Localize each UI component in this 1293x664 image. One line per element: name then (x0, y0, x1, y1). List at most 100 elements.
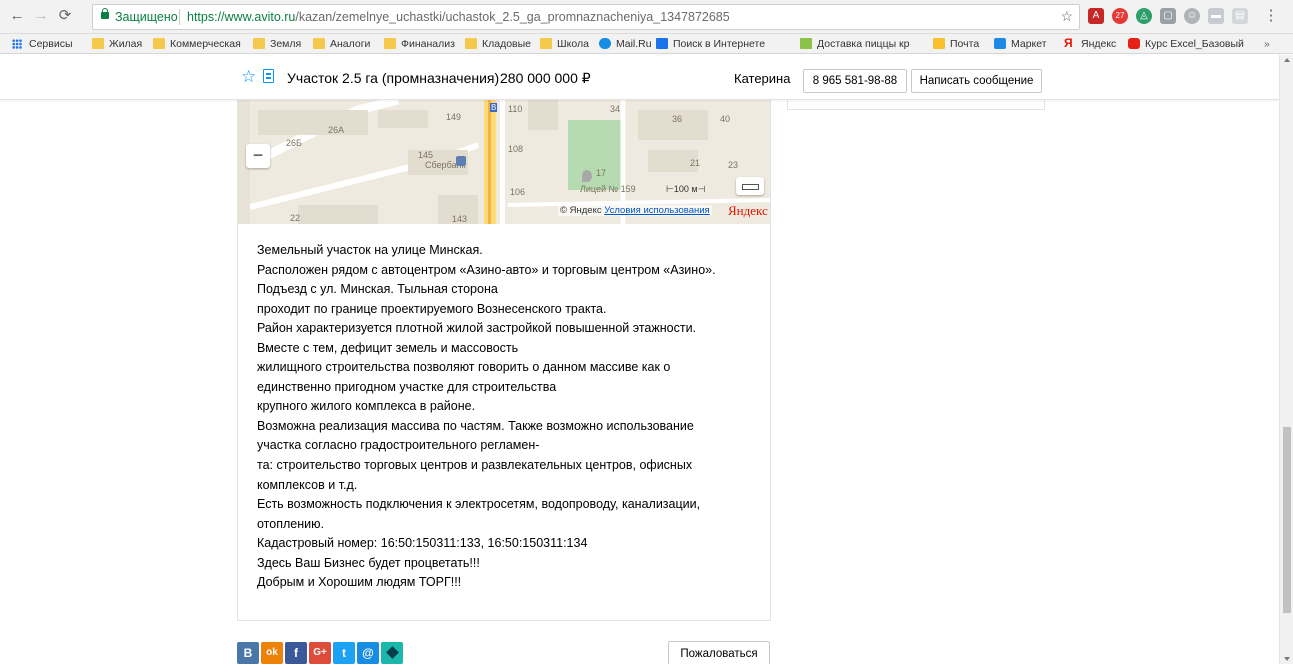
hat-ext-icon[interactable]: ▬ (1208, 8, 1224, 24)
bookmark-kladovye[interactable]: Кладовые (465, 37, 531, 51)
bookmark-zemlya[interactable]: Земля (253, 37, 301, 51)
bookmark-kommercheskaya[interactable]: Коммерческая (153, 37, 241, 51)
address-bar[interactable]: Защищено https://www.avito.ru/kazan/zeme… (92, 4, 1080, 30)
bookmark-star-icon[interactable]: ☆ (1060, 8, 1073, 25)
location-map[interactable]: B 110 149 34 36 40 26А 26Б 145 Сбербанк … (238, 100, 770, 224)
reader-ext-icon[interactable]: ▤ (1232, 8, 1248, 24)
phone-button[interactable]: 8 965 581-98-88 (803, 69, 907, 93)
search-icon (656, 38, 668, 49)
bookmark-finanaliz[interactable]: Финанализ (384, 37, 455, 51)
apps-grid-icon (12, 39, 22, 49)
map-label: 17 (596, 168, 607, 178)
profile-ext-icon[interactable]: ☺ (1184, 8, 1200, 24)
folder-icon (465, 38, 477, 49)
map-label: 34 (610, 104, 621, 114)
scroll-thumb[interactable] (1283, 427, 1291, 613)
folder-icon (313, 38, 325, 49)
bookmark-search[interactable]: Поиск в Интернете (656, 37, 765, 51)
livejournal-icon[interactable] (381, 642, 403, 664)
folder-icon (540, 38, 552, 49)
description-line: комплексов и т.д. (257, 477, 358, 492)
map-label: 106 (510, 187, 526, 197)
description-line: крупного жилого комплекса в районе. (257, 399, 476, 414)
description-line: Вместе с тем, дефицит земель и массовост… (257, 340, 519, 355)
drive-ext-icon[interactable]: ◬ (1136, 8, 1152, 24)
sticky-header: ☆ Участок 2.5 га (промназначения) 280 00… (0, 55, 1279, 100)
google-plus-icon[interactable]: G+ (309, 642, 331, 664)
bookmark-services[interactable]: Сервисы (12, 37, 73, 51)
reload-icon[interactable]: ⟳ (56, 7, 74, 25)
description-line: Добрым и Хорошим людям ТОРГ!!! (257, 575, 462, 590)
menu-dots-icon[interactable]: ⋮ (1262, 7, 1280, 25)
description-line: Кадастровый номер: 16:50:150311:133, 16:… (257, 536, 588, 551)
url-divider (179, 9, 180, 25)
bookmark-pochta[interactable]: Почта (933, 37, 979, 51)
description-line: единственно пригодном участке для строит… (257, 379, 557, 394)
bank-marker-icon (456, 156, 466, 166)
map-label: Лицей № 159 (580, 184, 636, 194)
map-label: B (490, 103, 498, 112)
bookmark-mailru[interactable]: Mail.Ru (599, 37, 652, 51)
map-label: 36 (672, 114, 683, 124)
vk-icon[interactable]: В (237, 642, 259, 664)
description-line: жилищного строительства позволяют говори… (257, 360, 671, 375)
acrobat-ext-icon[interactable]: A (1088, 8, 1104, 24)
forward-arrow-icon[interactable]: → (32, 7, 50, 25)
extension-badge-icon[interactable]: 27 (1112, 8, 1128, 24)
map-label: 26Б (286, 138, 302, 148)
pizza-icon (800, 38, 812, 49)
url-text[interactable]: https://www.avito.ru/kazan/zemelnye_ucha… (187, 10, 730, 24)
bookmark-yandex[interactable]: Я Яндекс (1064, 37, 1116, 51)
description-line: та: строительство торговых центров и раз… (257, 458, 693, 473)
bookmark-shkola[interactable]: Школа (540, 37, 589, 51)
mailru-share-icon[interactable]: @ (357, 642, 379, 664)
odnoklassniki-icon[interactable]: ok (261, 642, 283, 664)
map-label: 149 (446, 112, 462, 122)
lock-icon (101, 8, 109, 19)
description-line: Здесь Ваш Бизнес будет процветать!!! (257, 555, 480, 570)
map-copyright: © Яндекс Условия использования (558, 205, 712, 216)
listing-description: Земельный участок на улице Минская. Расп… (257, 241, 767, 593)
scroll-up-arrow-icon[interactable] (1284, 58, 1290, 62)
folder-icon (92, 38, 104, 49)
description-line: Земельный участок на улице Минская. (257, 243, 483, 257)
seller-name[interactable]: Катерина (734, 71, 790, 86)
description-line: проходит по границе проектируемого Возне… (257, 301, 607, 316)
map-label: 22 (290, 213, 301, 223)
url-host: https://www.avito.ru (187, 10, 296, 24)
yandex-logo: Яндекс (728, 203, 768, 218)
bookmark-analogi[interactable]: Аналоги (313, 37, 370, 51)
description-line: Возможна реализация массива по частям. Т… (257, 418, 694, 433)
browser-toolbar: ← → ⟳ Защищено https://www.avito.ru/kaza… (0, 0, 1293, 34)
bookmark-market[interactable]: Маркет (994, 37, 1047, 51)
back-arrow-icon[interactable]: ← (8, 7, 26, 25)
screenshot-ext-icon[interactable]: ▢ (1160, 8, 1176, 24)
zoom-out-button[interactable]: − (246, 144, 270, 168)
listing-price: 280 000 000 ₽ (500, 70, 591, 86)
map-terms-link[interactable]: Условия использования (604, 205, 709, 216)
more-bookmarks[interactable]: » (1264, 37, 1270, 51)
bookmark-zhilaya[interactable]: Жилая (92, 37, 142, 51)
map-label: 40 (720, 114, 731, 124)
map-label: 145 (418, 150, 434, 160)
map-label: 23 (728, 160, 739, 170)
favorite-star-icon[interactable]: ☆ (241, 68, 256, 85)
folder-icon (384, 38, 396, 49)
map-label: 143 (452, 214, 468, 224)
folder-icon (253, 38, 265, 49)
write-message-button[interactable]: Написать сообщение (911, 69, 1042, 93)
description-line: отоплению. (257, 516, 324, 531)
page-scrollbar[interactable] (1279, 55, 1293, 664)
report-button[interactable]: Пожаловаться (668, 641, 770, 664)
secure-label: Защищено (115, 10, 178, 24)
mailru-icon (599, 38, 611, 49)
ruler-icon[interactable] (736, 177, 764, 195)
facebook-icon[interactable]: f (285, 642, 307, 664)
bookmark-pizza[interactable]: Доставка пиццы кр (800, 37, 910, 51)
twitter-icon[interactable]: t (333, 642, 355, 664)
scroll-down-arrow-icon[interactable] (1284, 657, 1290, 661)
url-path: /kazan/zemelnye_uchastki/uchastok_2.5_ga… (295, 10, 730, 24)
bookmark-excel-course[interactable]: Курс Excel_Базовый (1128, 37, 1244, 51)
note-icon[interactable] (263, 69, 274, 83)
description-line: Район характеризуется плотной жилой заст… (257, 321, 697, 336)
